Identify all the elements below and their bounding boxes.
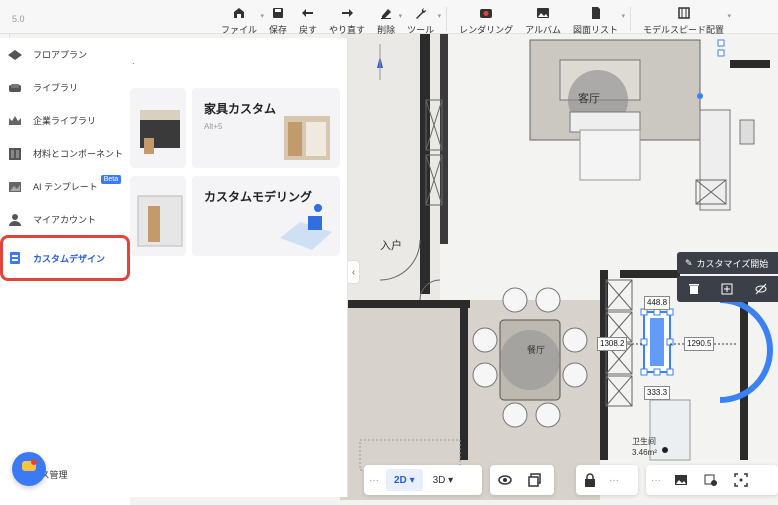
mode-2d-button[interactable]: 2D ▾ [386,469,423,491]
more-icon[interactable]: ··· [364,475,384,486]
canvas-tools-bar: ··· [646,465,778,495]
ruler-value: 5.0 [12,14,25,24]
top-toolbar: ファイル ▾ 保存 戻す やり直す 削除 ▾ ツール ▾ レンダリング アルバム… [215,0,732,38]
chevron-down-icon: ▾ [727,13,732,20]
camera-icon [478,5,494,21]
user-icon [6,211,24,229]
menu-item-my-account[interactable]: マイアカウント [0,203,130,236]
room-label-dining: 餐厅 [527,345,546,355]
dimension-left[interactable]: 1308.2 [597,337,628,351]
lock-icon[interactable] [576,465,604,495]
toolbar-divider [446,7,448,31]
chevron-down-icon: ▾ [437,13,442,20]
settings-view-icon[interactable] [696,465,726,495]
toolbar-divider [630,7,632,31]
chevron-left-icon: ‹ [351,266,356,278]
chat-icon [20,458,38,481]
save-button[interactable]: 保存 [263,0,293,38]
display-bar [490,465,554,495]
save-icon [270,5,286,21]
panel-hint: . [132,56,135,66]
menu-item-ai-template[interactable]: AI テンプレート Beta [0,170,130,203]
menu-item-materials[interactable]: 材料とコンポーネント [0,137,130,170]
menu-item-floorplan[interactable]: フロアプラン [0,38,130,71]
file-button[interactable]: ファイル ▾ [215,0,264,38]
menu-item-enterprise-library[interactable]: 企業ライブラリ [0,104,130,137]
delete-button[interactable]: 削除 ▾ [371,0,402,38]
room-label-bathroom: 卫生间 [632,437,656,446]
wrench-icon [413,5,429,21]
redo-button[interactable]: やり直す [323,0,371,38]
duplicate-icon[interactable] [719,281,735,297]
wardrobe-doors-thumbnail [137,195,183,247]
dimension-top[interactable]: 448.8 [644,296,671,310]
beta-badge: Beta [100,175,122,184]
menu-item-custom-design[interactable]: カスタムデザイン [0,235,130,281]
model-speed-button[interactable]: モデルスピード配置 ▾ [637,0,732,38]
layers-icon[interactable] [520,465,550,495]
house-icon [231,5,247,21]
menu-item-library[interactable]: ライブラリ [0,71,130,104]
wardrobe-thumbnail [284,116,330,160]
undo-button[interactable]: 戻す [293,0,323,38]
fullscreen-icon[interactable] [726,465,756,495]
furniture-custom-card[interactable]: 家具カスタム Alt+5 [192,88,340,168]
assistant-bubble[interactable] [12,452,46,486]
dimension-bottom[interactable]: 333.3 [644,386,671,400]
album-button[interactable]: アルバム [519,0,567,38]
edit-icon: ✎ [685,257,693,268]
trash-icon[interactable] [686,281,702,297]
hide-icon[interactable] [753,281,769,297]
undo-icon [300,5,316,21]
tools-button[interactable]: ツール ▾ [401,0,442,38]
drawing-list-button[interactable]: 図面リスト ▾ [567,0,626,38]
card-left-2[interactable] [130,176,186,256]
side-menu: フロアプラン ライブラリ 企業ライブラリ 材料とコンポーネント AI テンプレー… [0,38,130,505]
room-area-bathroom: 3.46m² [632,448,657,457]
materials-icon [6,145,24,163]
eye-icon[interactable] [490,465,520,495]
custom-design-icon [6,249,24,267]
image-icon[interactable] [666,465,696,495]
eraser-icon [378,5,394,21]
ai-template-icon [6,178,24,196]
redo-icon [339,5,355,21]
custom-design-panel: . 家具カスタム Alt+5 カスタムモデリング [130,38,348,497]
customize-start-label: カスタマイズ開始 [696,258,769,269]
customize-start-button[interactable]: ✎ カスタマイズ開始 [677,252,778,274]
lock-bar: ··· [576,465,638,495]
selection-toolbar [677,276,778,302]
room-label-living: 客厅 [578,93,600,105]
custom-modeling-card[interactable]: カスタムモデリング [192,176,340,256]
room-label-entrance: 入户 [380,240,402,252]
more-icon[interactable]: ··· [646,475,666,486]
kitchen-thumbnail [140,110,180,154]
crown-icon [6,112,24,130]
dimension-right[interactable]: 1290.5 [684,337,715,351]
more-icon[interactable]: ··· [604,475,624,486]
view-mode-bar: ··· 2D ▾ 3D ▾ [364,465,482,495]
render-button[interactable]: レンダリング [453,0,519,38]
floorplan-icon [6,46,24,64]
mode-3d-button[interactable]: 3D ▾ [425,465,462,495]
image-icon [535,5,551,21]
card-left-1[interactable] [130,88,186,168]
panel-collapse-button[interactable]: ‹ [348,260,360,284]
document-icon [588,5,604,21]
chevron-down-icon: ▾ [621,13,626,20]
sofa-icon [6,79,24,97]
layout-icon [676,5,692,21]
modeling-thumbnail [280,204,332,250]
